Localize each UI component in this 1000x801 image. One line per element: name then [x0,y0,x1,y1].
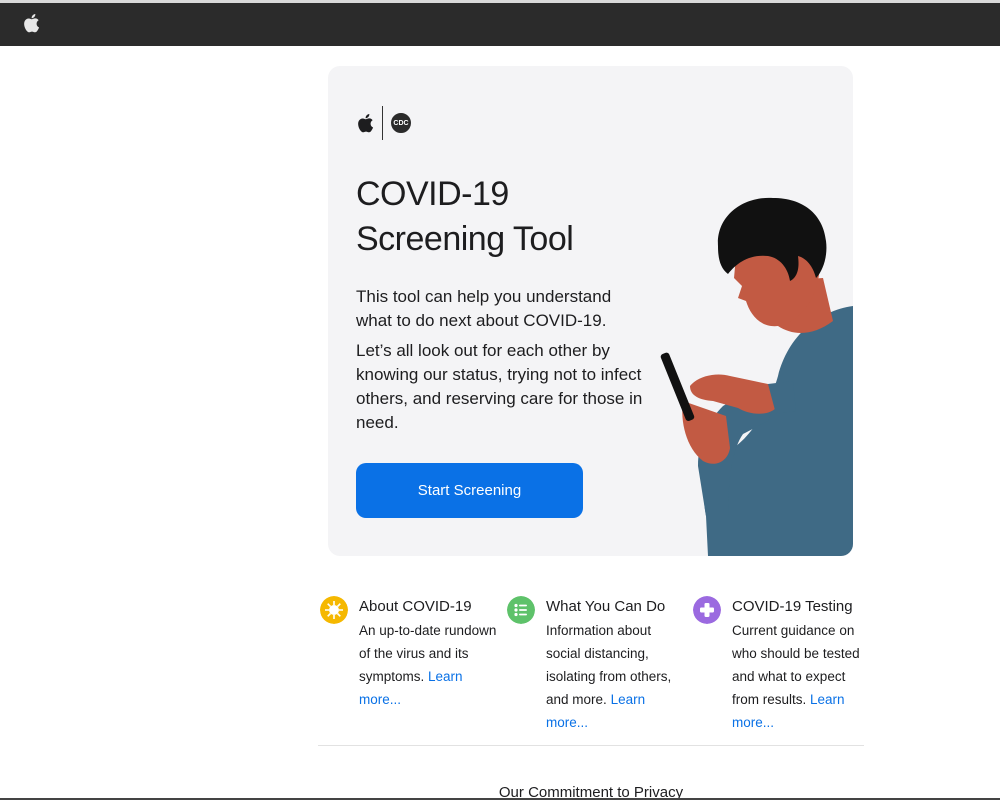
card-title: COVID-19 Testing [732,598,853,615]
logo-divider [382,106,383,140]
card-description: Current guidance on who should be tested… [732,623,860,730]
person-using-phone-illustration [660,197,853,556]
title-line-1: COVID-19 [356,175,509,213]
top-navigation-bar [0,0,1000,46]
partner-logos: CDC [356,106,411,140]
card-title: What You Can Do [546,598,666,615]
apple-logo-icon [358,114,374,133]
cdc-logo: CDC [391,113,411,133]
intro-paragraph: This tool can help you understand what t… [356,287,612,330]
apple-logo-icon[interactable] [22,12,40,34]
page-title: COVID-19 Screening Tool [356,172,656,262]
section-divider [318,745,864,746]
card-description: Information about social distancing, iso… [546,623,672,730]
info-cards: About COVID-19 An up-to-date rundown of … [320,596,880,730]
start-screening-button[interactable]: Start Screening [356,463,583,518]
hero-card: CDC COVID-19 Screening Tool This tool ca… [328,66,853,556]
card-description: An up-to-date rundown of the virus and i… [359,623,497,707]
community-paragraph: Let’s all look out for each other by kno… [356,341,643,432]
card-title: About COVID-19 [359,598,472,615]
medical-cross-icon [693,596,721,624]
checklist-icon [507,596,535,624]
virus-icon [320,596,348,624]
title-line-2: Screening Tool [356,220,574,258]
